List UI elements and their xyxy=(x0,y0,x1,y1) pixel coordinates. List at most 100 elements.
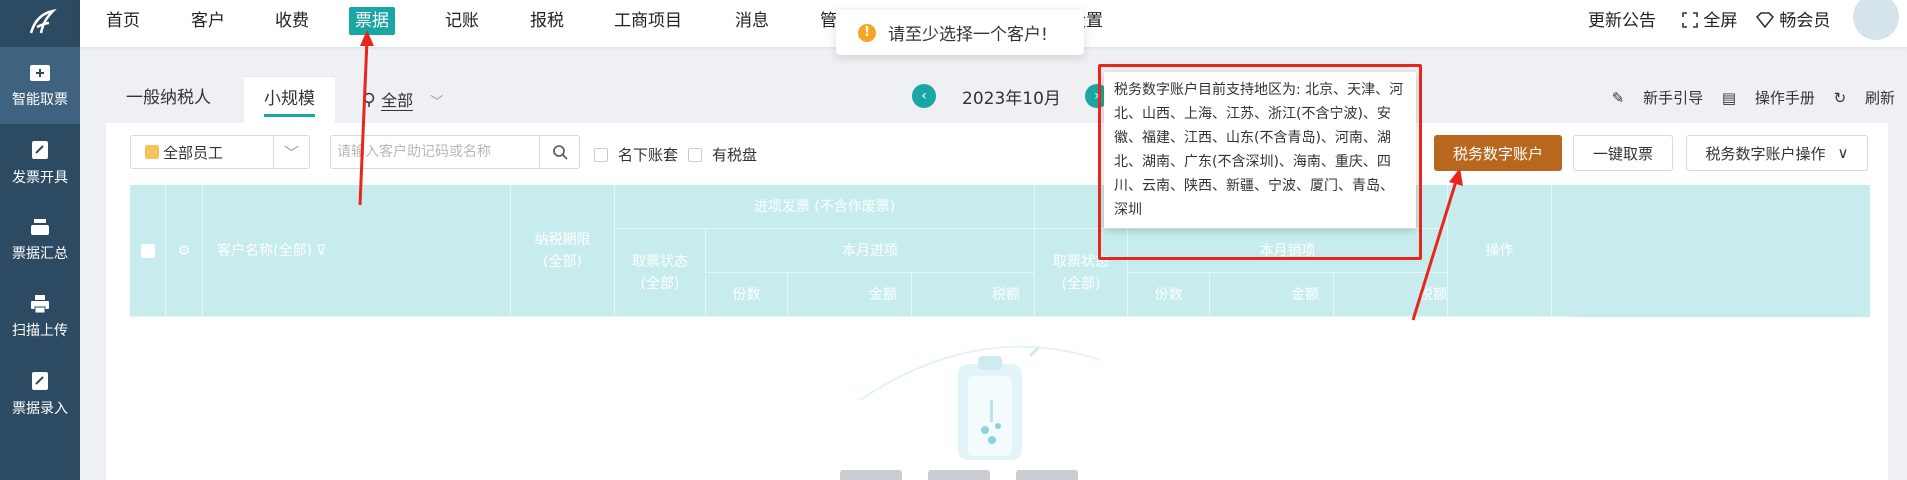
tab-general-taxpayer[interactable]: 一般纳税人 xyxy=(106,76,231,124)
tab-label: 小规模 xyxy=(264,84,315,117)
toast-message: 请至少选择一个客户! xyxy=(888,25,1048,45)
guide-link[interactable]: ✎ 新手引导 xyxy=(1612,89,1703,107)
input-amount-header: 金额 xyxy=(788,273,912,317)
prev-month-button[interactable]: ‹ xyxy=(912,84,936,108)
month-input-header: 本月进项 xyxy=(706,229,1035,273)
smart-ticket-icon xyxy=(30,64,50,81)
output-count-header: 份数 xyxy=(1128,273,1210,317)
header-sublabel: (全部) xyxy=(543,253,582,270)
output-amount-header: 金额 xyxy=(1210,273,1334,317)
update-notice-link[interactable]: 更新公告 xyxy=(1588,7,1656,35)
empty-state-illustration xyxy=(820,330,1101,480)
input-tax-header: 税额 xyxy=(912,273,1035,317)
tax-disk-checkbox[interactable]: 有税盘 xyxy=(688,144,757,165)
input-count-header: 份数 xyxy=(706,273,788,317)
filter-icon: ⊽ xyxy=(315,242,327,259)
period-picker: ‹ 2023年10月 › xyxy=(912,82,1109,110)
sidebar-item-label: 发票开具 xyxy=(12,169,68,186)
header-label: 纳税期限 xyxy=(534,231,591,248)
sidebar-item-label: 智能取票 xyxy=(12,91,68,108)
sidebar-item-scan-upload[interactable]: 扫描上传 xyxy=(0,278,80,355)
ops-label: 税务数字账户操作 xyxy=(1705,144,1826,163)
nav-messages[interactable]: 消息 xyxy=(729,7,775,35)
tab-label: 一般纳税人 xyxy=(126,88,211,108)
pager-button[interactable] xyxy=(1016,470,1078,480)
customer-name-header[interactable]: 客户名称(全部) ⊽ xyxy=(203,185,511,317)
annotation-box xyxy=(1098,64,1422,260)
header-sublabel: (全部) xyxy=(640,275,680,292)
sidebar-item-smart-ticket[interactable]: 智能取票 xyxy=(0,47,80,124)
tax-account-ops-dropdown[interactable]: 税务数字账户操作 ∨ xyxy=(1686,135,1868,171)
invoice-issue-icon xyxy=(32,140,48,159)
action-header: 操作 xyxy=(1448,185,1552,317)
guide-label: 新手引导 xyxy=(1643,89,1704,107)
sidebar-item-invoice-issue[interactable]: 发票开具 xyxy=(0,124,80,201)
header-sublabel: (全部) xyxy=(1061,275,1101,292)
column-settings-button[interactable]: ⚙ xyxy=(166,185,203,317)
member-label: 畅会员 xyxy=(1779,11,1831,31)
sidebar-item-label: 扫描上传 xyxy=(12,322,68,339)
manual-link[interactable]: ▤ 操作手册 xyxy=(1722,89,1815,107)
nav-business[interactable]: 工商项目 xyxy=(608,7,688,35)
nav-bookkeeping[interactable]: 记账 xyxy=(439,7,485,35)
summary-icon xyxy=(31,218,49,235)
output-tax-header: 税额 xyxy=(1334,273,1448,317)
checkbox-label: 有税盘 xyxy=(712,146,758,164)
nav-tax[interactable]: 报税 xyxy=(524,7,570,35)
location-icon xyxy=(363,92,375,107)
pager-button[interactable] xyxy=(840,470,902,480)
member-link[interactable]: 畅会员 xyxy=(1755,7,1831,35)
entry-icon xyxy=(32,371,48,390)
chevron-down-icon: ﹀ xyxy=(430,95,444,110)
diamond-icon xyxy=(1755,12,1775,29)
checkbox-box xyxy=(688,147,702,162)
tab-small-scale[interactable]: 小规模 xyxy=(244,76,335,124)
app-logo[interactable] xyxy=(0,0,80,47)
refresh-label: 刷新 xyxy=(1864,89,1895,107)
sidebar-item-label: 票据汇总 xyxy=(12,245,68,262)
tax-digital-account-button[interactable]: 税务数字账户 xyxy=(1434,135,1562,171)
region-filter[interactable]: 全部 ﹀ xyxy=(362,87,443,111)
nav-customer[interactable]: 客户 xyxy=(185,7,231,35)
header-label: 取票状态 xyxy=(632,253,688,270)
gear-icon: ⚙ xyxy=(177,242,191,259)
nav-home[interactable]: 首页 xyxy=(100,7,146,35)
search-input[interactable] xyxy=(331,136,536,168)
sidebar-item-entry[interactable]: 票据录入 xyxy=(0,355,80,432)
refresh-link[interactable]: ↻ 刷新 xyxy=(1834,89,1895,107)
header-label: 客户名称(全部) xyxy=(217,242,312,259)
customer-search xyxy=(330,135,580,169)
my-books-checkbox[interactable]: 名下账套 xyxy=(594,144,678,165)
fullscreen-button[interactable]: 全屏 xyxy=(1682,7,1737,35)
chevron-down-icon: ∨ xyxy=(1837,144,1849,162)
right-links: ✎ 新手引导 ▤ 操作手册 ↻ 刷新 xyxy=(1598,87,1895,108)
warning-icon: ! xyxy=(858,23,876,42)
search-button[interactable] xyxy=(539,136,579,168)
sidebar: 智能取票 发票开具 票据汇总 扫描上传 票据录入 xyxy=(0,0,80,480)
fetch-status-header[interactable]: 取票状态 (全部) xyxy=(615,229,706,317)
tax-period-header[interactable]: 纳税期限 (全部) xyxy=(511,185,615,317)
table-header: ⚙ 客户名称(全部) ⊽ 纳税期限 (全部) 进项发票 (不含作废票) 取票状态 (全… xyxy=(130,185,1870,317)
input-invoice-group-header: 进项发票 (不含作废票) xyxy=(615,185,1035,229)
fetch-all-button[interactable]: 一键取票 xyxy=(1573,135,1673,171)
manual-label: 操作手册 xyxy=(1754,89,1815,107)
period-label: 2023年10月 xyxy=(962,88,1061,109)
chevron-down-icon: ﹀ xyxy=(273,136,309,168)
fullscreen-icon xyxy=(1682,12,1698,28)
checkbox-label: 名下账套 xyxy=(618,146,679,164)
pager-button[interactable] xyxy=(928,470,990,480)
search-icon xyxy=(552,145,568,160)
region-label: 全部 xyxy=(381,91,414,111)
printer-icon xyxy=(31,294,49,313)
warning-toast: ! 请至少选择一个客户! xyxy=(836,10,1084,55)
nav-tickets[interactable]: 票据 xyxy=(349,7,395,35)
scroll-gutter xyxy=(1552,185,1570,317)
nav-fees[interactable]: 收费 xyxy=(269,7,315,35)
staff-select[interactable]: 全部员工 ﹀ xyxy=(130,135,310,169)
sidebar-item-label: 票据录入 xyxy=(12,400,68,417)
sidebar-item-summary[interactable]: 票据汇总 xyxy=(0,201,80,278)
staff-select-value: 全部员工 xyxy=(163,143,224,162)
checkbox-box xyxy=(594,147,608,162)
avatar[interactable] xyxy=(1853,0,1899,40)
select-all-checkbox[interactable] xyxy=(130,185,166,317)
